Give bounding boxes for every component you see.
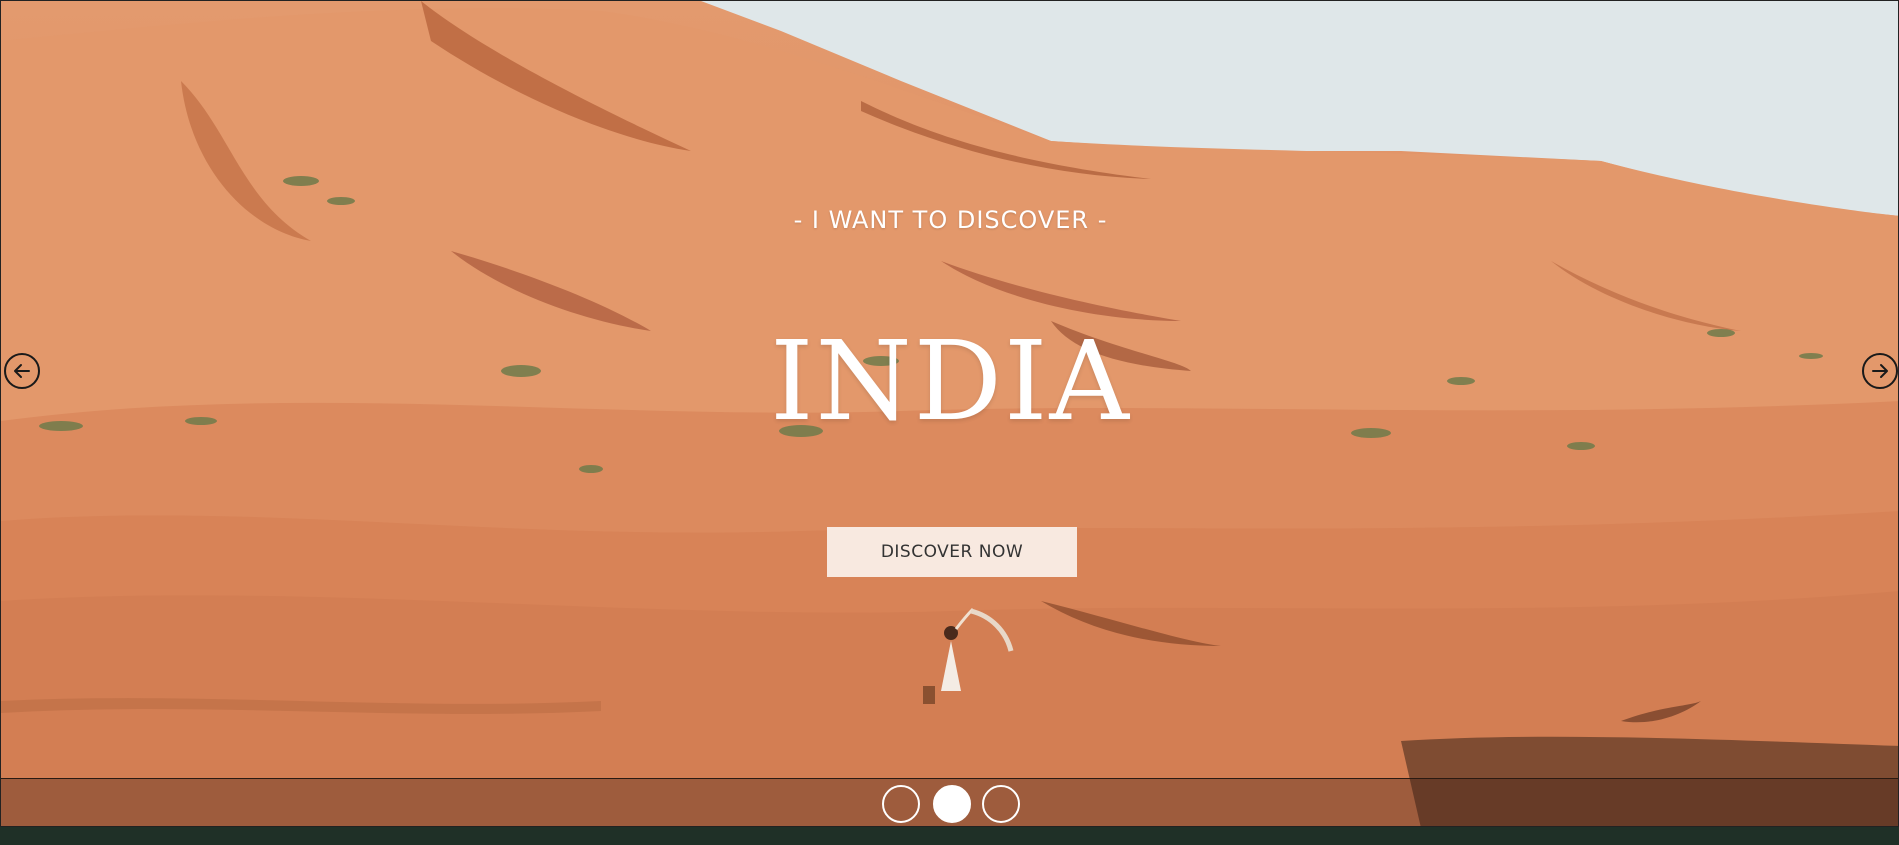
pagination-dot-3[interactable] — [982, 785, 1020, 823]
slide-title: INDIA — [770, 317, 1131, 445]
discover-now-button[interactable]: DISCOVER NOW — [827, 527, 1077, 577]
slider-pagination — [1, 778, 1898, 826]
pagination-dot-1[interactable] — [882, 785, 920, 823]
arrow-right-circle-icon — [1872, 364, 1888, 378]
slide-eyebrow-text: - I WANT TO DISCOVER - — [793, 206, 1108, 234]
arrow-left-circle-icon — [14, 364, 30, 378]
hero-slider: - I WANT TO DISCOVER - INDIA DISCOVER NO… — [0, 0, 1899, 827]
footer-strip — [0, 827, 1899, 845]
next-slide-button[interactable] — [1862, 353, 1898, 389]
previous-slide-button[interactable] — [4, 353, 40, 389]
page: - I WANT TO DISCOVER - INDIA DISCOVER NO… — [0, 0, 1899, 845]
pagination-dot-2-active[interactable] — [933, 785, 971, 823]
